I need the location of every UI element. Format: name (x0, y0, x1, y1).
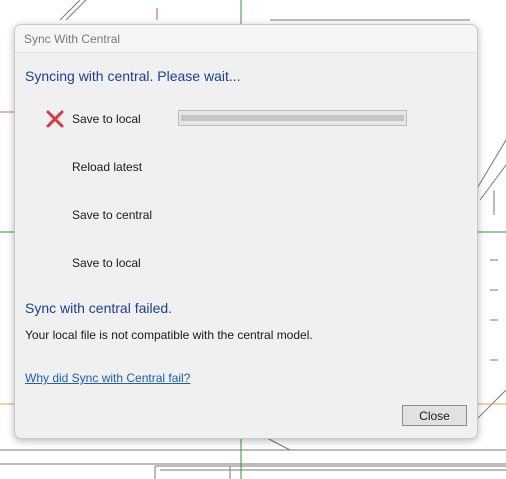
progress-bar (178, 110, 407, 126)
step-label: Save to central (72, 208, 153, 222)
progress-bar-fill (181, 115, 404, 121)
step-row-save-to-local: Save to local (15, 109, 477, 129)
why-did-sync-fail-link[interactable]: Why did Sync with Central fail? (25, 371, 190, 385)
status-heading: Syncing with central. Please wait... (25, 68, 241, 84)
failure-detail: Your local file is not compatible with t… (25, 328, 313, 342)
step-row-reload-latest: Reload latest (15, 157, 477, 177)
step-row-save-to-local-final: Save to local (15, 253, 477, 273)
dialog-title: Sync With Central (24, 32, 121, 46)
dialog-titlebar[interactable]: Sync With Central (15, 25, 477, 53)
step-label: Reload latest (72, 160, 143, 174)
failure-heading: Sync with central failed. (25, 300, 173, 316)
red-x-icon (45, 109, 65, 129)
step-row-save-to-central: Save to central (15, 205, 477, 225)
close-button[interactable]: Close (402, 405, 467, 426)
sync-with-central-dialog: Sync With Central Syncing with central. … (14, 24, 478, 439)
step-label: Save to local (72, 256, 141, 270)
step-label: Save to local (72, 112, 141, 126)
